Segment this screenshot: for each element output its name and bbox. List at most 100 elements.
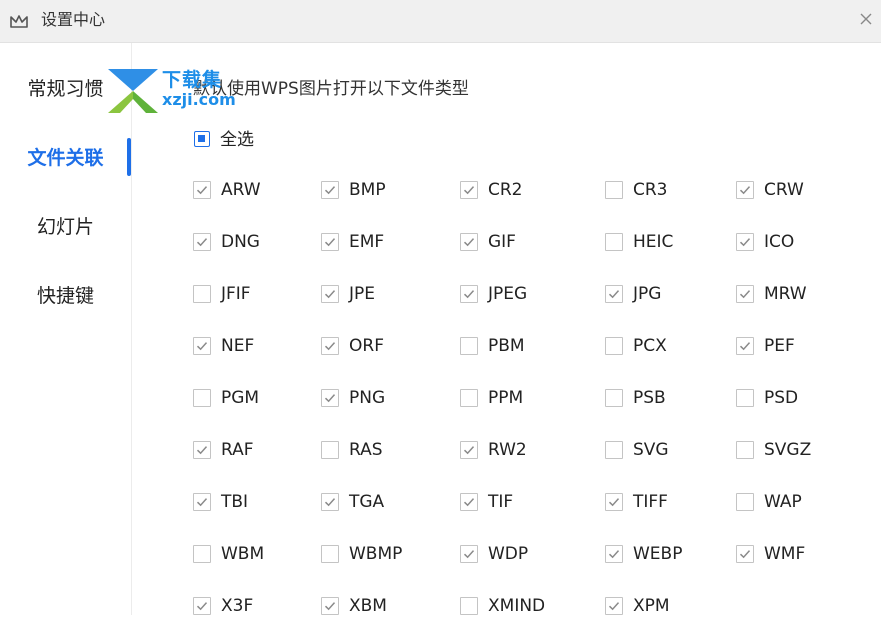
file-type-checkbox-tiff[interactable]: TIFF bbox=[605, 490, 725, 514]
checkbox[interactable] bbox=[321, 441, 339, 459]
checkbox[interactable] bbox=[321, 545, 339, 563]
checkbox[interactable] bbox=[605, 285, 623, 303]
file-type-checkbox-jpe[interactable]: JPE bbox=[321, 282, 441, 306]
file-type-checkbox-xpm[interactable]: XPM bbox=[605, 594, 725, 618]
checkbox[interactable] bbox=[605, 181, 623, 199]
file-type-checkbox-ppm[interactable]: PPM bbox=[460, 386, 580, 410]
checkbox[interactable] bbox=[460, 441, 478, 459]
checkbox[interactable] bbox=[605, 337, 623, 355]
checkbox[interactable] bbox=[736, 285, 754, 303]
file-type-checkbox-rw2[interactable]: RW2 bbox=[460, 438, 580, 462]
file-type-checkbox-pbm[interactable]: PBM bbox=[460, 334, 580, 358]
checkbox[interactable] bbox=[736, 233, 754, 251]
sidebar-item-file-association[interactable]: 文件关联 bbox=[0, 138, 131, 178]
file-type-checkbox-jpeg[interactable]: JPEG bbox=[460, 282, 580, 306]
checkbox[interactable] bbox=[736, 181, 754, 199]
select-all-box[interactable] bbox=[194, 131, 210, 147]
checkbox[interactable] bbox=[460, 233, 478, 251]
checkmark-icon bbox=[196, 498, 208, 507]
checkbox[interactable] bbox=[605, 233, 623, 251]
window-title: 设置中心 bbox=[41, 10, 106, 29]
file-type-checkbox-cr2[interactable]: CR2 bbox=[460, 178, 580, 202]
checkbox[interactable] bbox=[193, 545, 211, 563]
file-type-checkbox-crw[interactable]: CRW bbox=[736, 178, 856, 202]
checkbox[interactable] bbox=[460, 545, 478, 563]
file-type-checkbox-ras[interactable]: RAS bbox=[321, 438, 441, 462]
file-type-checkbox-wdp[interactable]: WDP bbox=[460, 542, 580, 566]
file-type-checkbox-ico[interactable]: ICO bbox=[736, 230, 856, 254]
file-type-checkbox-xbm[interactable]: XBM bbox=[321, 594, 441, 618]
checkbox[interactable] bbox=[605, 441, 623, 459]
file-type-label: PCX bbox=[633, 336, 667, 356]
file-type-checkbox-wap[interactable]: WAP bbox=[736, 490, 856, 514]
checkbox[interactable] bbox=[460, 337, 478, 355]
file-type-checkbox-heic[interactable]: HEIC bbox=[605, 230, 725, 254]
checkbox[interactable] bbox=[193, 233, 211, 251]
file-type-checkbox-cr3[interactable]: CR3 bbox=[605, 178, 725, 202]
file-type-checkbox-orf[interactable]: ORF bbox=[321, 334, 441, 358]
checkbox[interactable] bbox=[605, 597, 623, 615]
file-type-checkbox-webp[interactable]: WEBP bbox=[605, 542, 725, 566]
checkbox[interactable] bbox=[321, 181, 339, 199]
file-type-checkbox-svgz[interactable]: SVGZ bbox=[736, 438, 856, 462]
file-type-checkbox-tga[interactable]: TGA bbox=[321, 490, 441, 514]
checkmark-icon bbox=[196, 446, 208, 455]
file-type-checkbox-mrw[interactable]: MRW bbox=[736, 282, 856, 306]
checkbox[interactable] bbox=[736, 441, 754, 459]
file-type-checkbox-dng[interactable]: DNG bbox=[193, 230, 313, 254]
checkbox[interactable] bbox=[460, 181, 478, 199]
file-type-checkbox-wbm[interactable]: WBM bbox=[193, 542, 313, 566]
checkbox[interactable] bbox=[605, 545, 623, 563]
sidebar-item-slideshow[interactable]: 幻灯片 bbox=[0, 207, 131, 247]
checkbox[interactable] bbox=[460, 493, 478, 511]
file-type-checkbox-pef[interactable]: PEF bbox=[736, 334, 856, 358]
checkbox[interactable] bbox=[736, 493, 754, 511]
checkbox[interactable] bbox=[605, 389, 623, 407]
checkbox[interactable] bbox=[321, 389, 339, 407]
checkbox[interactable] bbox=[193, 389, 211, 407]
file-type-checkbox-svg[interactable]: SVG bbox=[605, 438, 725, 462]
checkbox[interactable] bbox=[193, 597, 211, 615]
sidebar-item-shortcuts[interactable]: 快捷键 bbox=[0, 276, 131, 316]
file-type-checkbox-raf[interactable]: RAF bbox=[193, 438, 313, 462]
checkmark-icon bbox=[608, 498, 620, 507]
checkbox[interactable] bbox=[321, 233, 339, 251]
checkbox[interactable] bbox=[736, 337, 754, 355]
file-type-checkbox-psb[interactable]: PSB bbox=[605, 386, 725, 410]
file-type-checkbox-pgm[interactable]: PGM bbox=[193, 386, 313, 410]
close-icon[interactable] bbox=[855, 8, 877, 30]
file-type-checkbox-wbmp[interactable]: WBMP bbox=[321, 542, 441, 566]
file-type-checkbox-xmind[interactable]: XMIND bbox=[460, 594, 580, 618]
file-type-checkbox-tif[interactable]: TIF bbox=[460, 490, 580, 514]
file-type-checkbox-wmf[interactable]: WMF bbox=[736, 542, 856, 566]
checkbox[interactable] bbox=[193, 337, 211, 355]
checkbox[interactable] bbox=[193, 441, 211, 459]
checkbox[interactable] bbox=[193, 285, 211, 303]
checkbox[interactable] bbox=[736, 389, 754, 407]
file-type-checkbox-jpg[interactable]: JPG bbox=[605, 282, 725, 306]
file-type-checkbox-png[interactable]: PNG bbox=[321, 386, 441, 410]
checkbox[interactable] bbox=[736, 545, 754, 563]
active-indicator bbox=[127, 138, 131, 176]
checkbox[interactable] bbox=[193, 493, 211, 511]
checkbox[interactable] bbox=[193, 181, 211, 199]
file-type-checkbox-emf[interactable]: EMF bbox=[321, 230, 441, 254]
file-type-checkbox-psd[interactable]: PSD bbox=[736, 386, 856, 410]
file-type-checkbox-jfif[interactable]: JFIF bbox=[193, 282, 313, 306]
file-type-checkbox-arw[interactable]: ARW bbox=[193, 178, 313, 202]
checkbox[interactable] bbox=[460, 597, 478, 615]
file-type-checkbox-nef[interactable]: NEF bbox=[193, 334, 313, 358]
file-type-checkbox-bmp[interactable]: BMP bbox=[321, 178, 441, 202]
checkbox[interactable] bbox=[321, 597, 339, 615]
file-type-checkbox-gif[interactable]: GIF bbox=[460, 230, 580, 254]
checkbox[interactable] bbox=[321, 493, 339, 511]
checkbox[interactable] bbox=[605, 493, 623, 511]
file-type-checkbox-x3f[interactable]: X3F bbox=[193, 594, 313, 618]
file-type-checkbox-pcx[interactable]: PCX bbox=[605, 334, 725, 358]
checkbox[interactable] bbox=[321, 337, 339, 355]
checkbox[interactable] bbox=[460, 285, 478, 303]
file-type-checkbox-tbi[interactable]: TBI bbox=[193, 490, 313, 514]
checkbox[interactable] bbox=[460, 389, 478, 407]
file-type-label: PBM bbox=[488, 336, 525, 356]
checkbox[interactable] bbox=[321, 285, 339, 303]
